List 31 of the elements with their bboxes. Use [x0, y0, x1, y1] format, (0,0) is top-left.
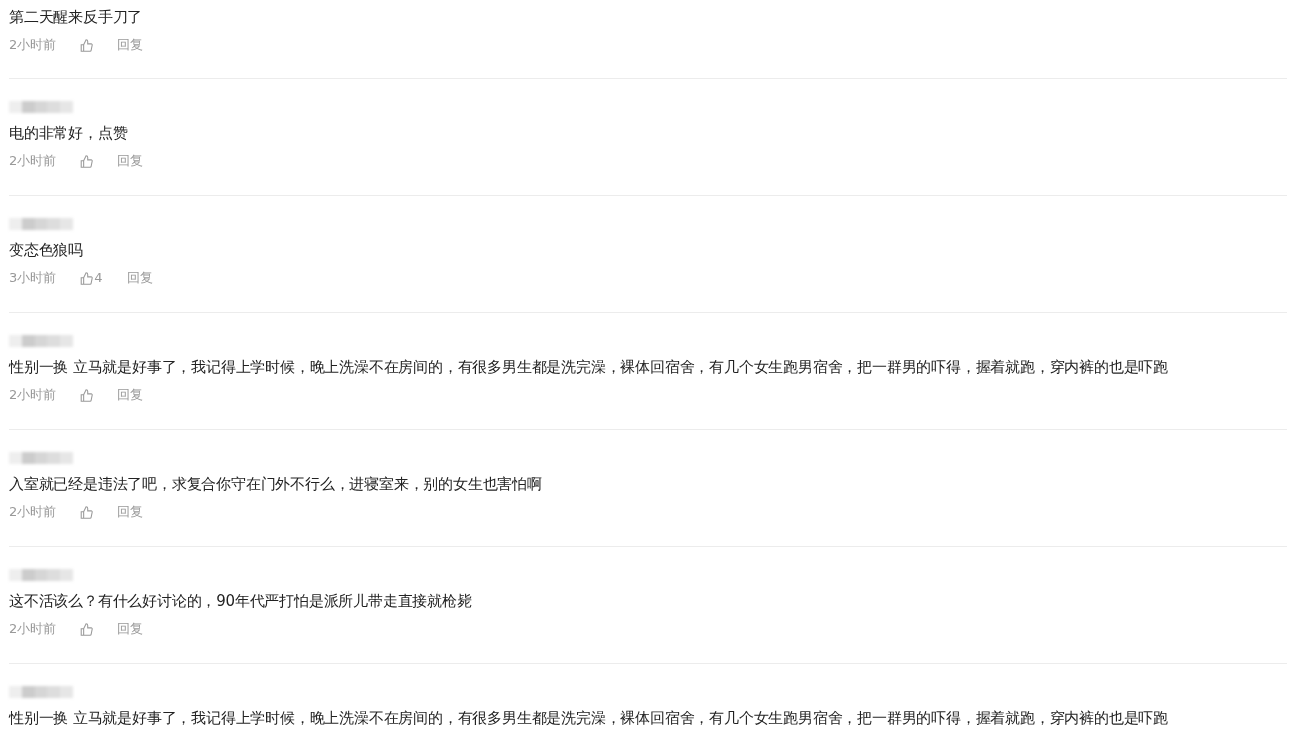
thumbs-up-icon: [80, 505, 94, 519]
comment-text: 性别一换 立马就是好事了，我记得上学时候，晚上洗澡不在房间的，有很多男生都是洗完澡，裸体回宿舍，有几个女生跑男宿舍，把一群男的吓得，握着就跑，穿内裤的也是吓跑: [9, 708, 1168, 729]
thumbs-up-icon: [80, 271, 94, 285]
comment-text: 入室就已经是违法了吧，求复合你守在门外不行么，进寝室来，别的女生也害怕啊: [9, 474, 542, 495]
like-button[interactable]: [80, 154, 94, 168]
like-button[interactable]: 4: [80, 267, 103, 289]
comment-time: 2小时前: [9, 386, 57, 404]
reply-button[interactable]: 回复: [117, 150, 144, 172]
like-button[interactable]: [80, 505, 94, 519]
reply-button[interactable]: 回复: [117, 501, 144, 523]
thumbs-up-icon: [80, 154, 94, 168]
reply-button[interactable]: 回复: [117, 34, 144, 56]
reply-button[interactable]: 回复: [117, 384, 144, 406]
comment-text: 电的非常好，点赞: [9, 123, 128, 144]
like-button[interactable]: [80, 388, 94, 402]
comment-time: 2小时前: [9, 620, 57, 638]
comment-text: 变态色狼吗: [9, 240, 83, 261]
comment-time: 3小时前: [9, 269, 57, 287]
comment-text: 这不活该么？有什么好讨论的，90年代严打怕是派所儿带走直接就枪毙: [9, 591, 472, 612]
thumbs-up-icon: [80, 38, 94, 52]
thumbs-up-icon: [80, 622, 94, 636]
comment-text: 性别一换 立马就是好事了，我记得上学时候，晚上洗澡不在房间的，有很多男生都是洗完澡，裸体回宿舍，有几个女生跑男宿舍，把一群男的吓得，握着就跑，穿内裤的也是吓跑: [9, 357, 1168, 378]
comment-time: 2小时前: [9, 503, 57, 521]
comment-text: 第二天醒来反手刀了: [9, 7, 143, 28]
thumbs-up-icon: [80, 388, 94, 402]
like-button[interactable]: [80, 38, 94, 52]
like-button[interactable]: [80, 622, 94, 636]
comment-time: 2小时前: [9, 36, 57, 54]
reply-button[interactable]: 回复: [117, 618, 144, 640]
reply-button[interactable]: 回复: [126, 267, 153, 289]
comment-time: 2小时前: [9, 152, 57, 170]
